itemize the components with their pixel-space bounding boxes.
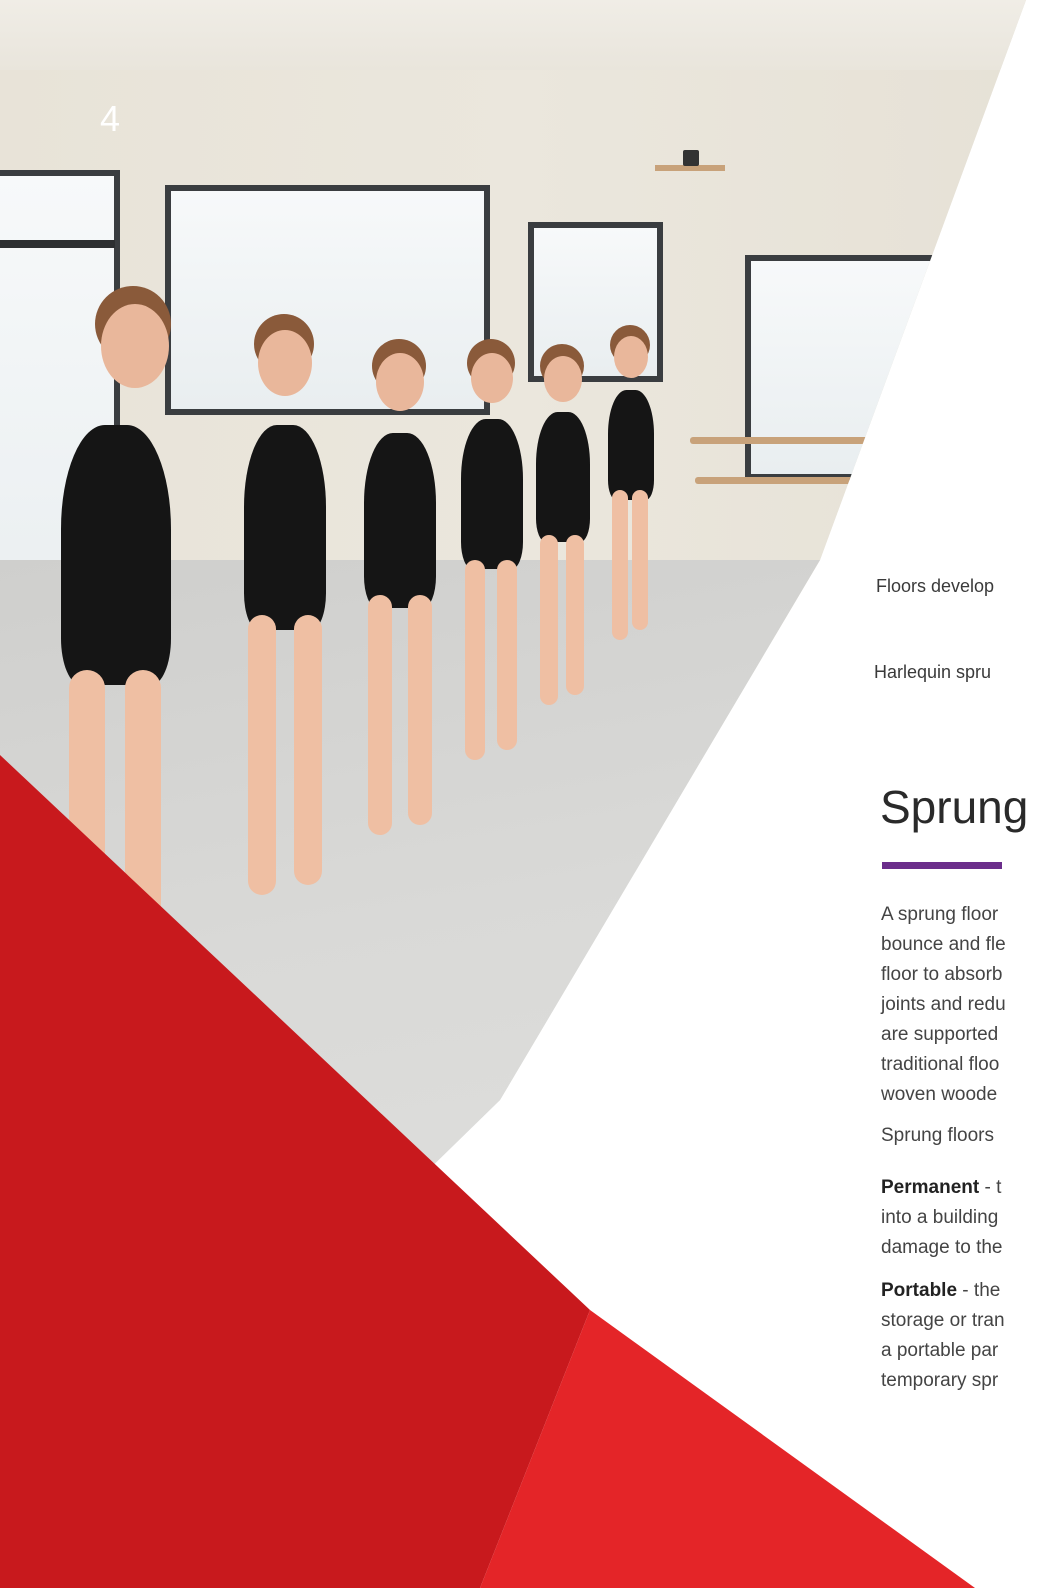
portable-line: temporary spr [881,1370,999,1391]
ballet-barre [695,477,885,484]
portable-line: - the [957,1280,1001,1301]
portable-line: a portable par [881,1340,999,1361]
harlequin-note: Harlequin spru [874,662,992,682]
floors-note: Floors develop [876,576,995,596]
door-frame [0,240,115,248]
brochure-page: 4 Floors develop Harlequin spru Sprung A… [0,0,1037,1588]
portable-label: Portable [881,1280,958,1301]
studio-window [165,185,490,415]
studio-window [745,255,945,480]
intro-line: A sprung floor [881,904,999,925]
permanent-paragraph: Permanent - t into a building damage to … [881,1173,1037,1263]
intro-line: traditional floo [881,1054,1000,1075]
ballet-barre [690,437,890,444]
intro-line: bounce and fle [881,934,1006,955]
intro-line: are supported [881,1024,999,1045]
intro-line: woven woode [881,1084,998,1105]
portable-line: storage or tran [881,1310,1005,1331]
permanent-line: - t [979,1177,1002,1198]
studio-ceiling [0,0,1026,70]
permanent-line: into a building [881,1207,999,1228]
intro-paragraph: A sprung floor bounce and fle floor to a… [881,900,1037,1110]
section-heading: Sprung [880,781,1029,833]
page-number: 4 [100,98,121,139]
intro-line: joints and redu [881,994,1006,1015]
heading-accent-bar [882,862,1002,869]
portable-paragraph: Portable - the storage or tran a portabl… [881,1276,1037,1396]
permanent-label: Permanent [881,1177,980,1198]
permanent-line: damage to the [881,1237,1003,1258]
types-paragraph: Sprung floors [881,1125,995,1146]
speaker [683,150,699,166]
intro-line: floor to absorb [881,964,1003,985]
